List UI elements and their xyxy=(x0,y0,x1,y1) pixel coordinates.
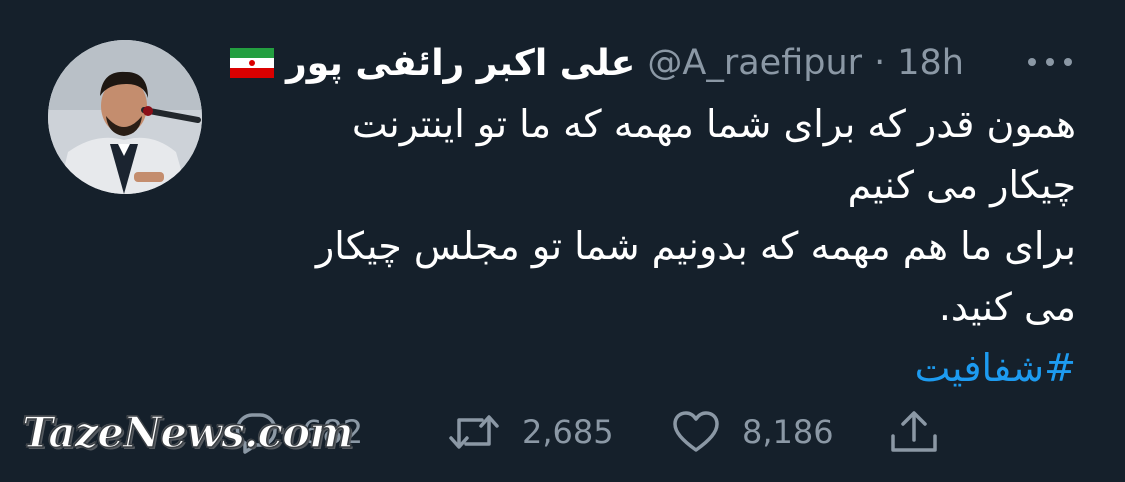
avatar[interactable] xyxy=(48,40,202,194)
like-button[interactable]: 8,186 xyxy=(672,400,834,464)
tweet-text: همون قدر که برای شما مهمه که ما تو اینتر… xyxy=(230,94,1076,399)
tweet-line: برای ما هم مهمه که بدونیم شما تو مجلس چی… xyxy=(315,224,1076,268)
user-handle[interactable]: @A_raefipur xyxy=(647,43,862,83)
share-icon xyxy=(891,411,937,452)
iran-flag-icon xyxy=(230,48,274,78)
hashtag-link[interactable]: #شفافیت xyxy=(915,346,1076,390)
like-icon xyxy=(673,411,719,452)
like-count: 8,186 xyxy=(742,413,834,451)
share-button[interactable] xyxy=(888,400,940,464)
display-name[interactable]: علی اکبر رائفی پور xyxy=(286,43,635,84)
retweet-icon xyxy=(449,415,499,449)
retweet-button[interactable]: 2,685 xyxy=(448,400,614,464)
tweet-header: علی اکبر رائفی پور @A_raefipur · 18h xyxy=(230,38,964,88)
timestamp[interactable]: 18h xyxy=(897,43,964,83)
tweet-line: چیکار می کنیم xyxy=(847,163,1076,207)
retweet-count: 2,685 xyxy=(522,413,614,451)
tweet-line: می کنید. xyxy=(938,285,1076,329)
more-options-icon[interactable] xyxy=(1028,52,1072,72)
tweet-line: همون قدر که برای شما مهمه که ما تو اینتر… xyxy=(351,102,1076,146)
separator-dot: · xyxy=(874,43,886,83)
watermark-logo: TazeNews.com xyxy=(21,407,354,458)
avatar-photo xyxy=(48,40,202,194)
